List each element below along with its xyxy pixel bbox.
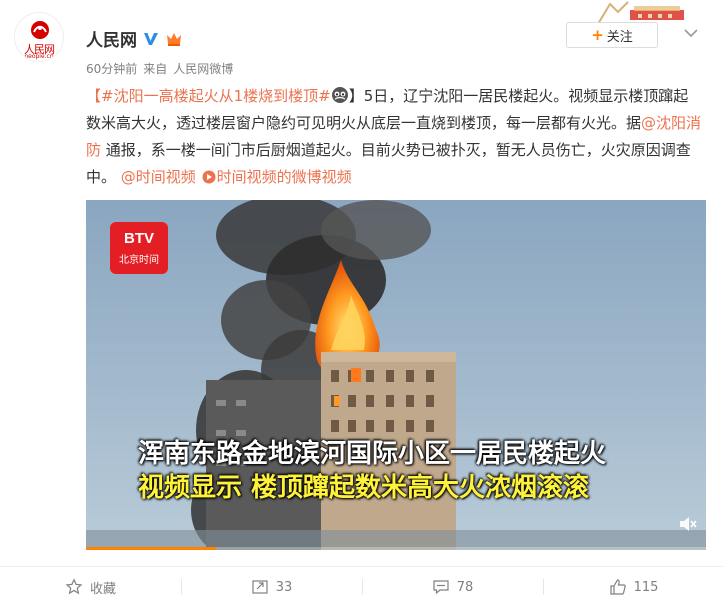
like-button[interactable]: 115 bbox=[543, 567, 724, 607]
video-player[interactable]: BTV 北京时间 浑南东路金地滨河国际小区一居民楼起火 视频显示 楼顶蹿起数米高… bbox=[86, 200, 706, 550]
follow-label: 关注 bbox=[606, 29, 633, 45]
weibo-post-card: 人民网 people.cn 人民网 60分钟前 来自 人民网微博 + 关注 【#… bbox=[0, 0, 724, 607]
action-bar: 收藏 33 78 115 bbox=[0, 566, 724, 607]
avatar-url-text: people.cn bbox=[24, 53, 54, 60]
video-progress-bar[interactable] bbox=[86, 547, 706, 550]
video-source-link[interactable]: 时间视频的微博视频 bbox=[201, 168, 352, 186]
vip-member-icon[interactable] bbox=[165, 31, 183, 47]
video-caption-line1: 浑南东路金地滨河国际小区一居民楼起火 bbox=[138, 439, 607, 469]
post-text: 【#沈阳一高楼起火从1楼烧到楼顶# 】5日，辽宁沈阳一居民楼起火。视频显示楼顶蹿起… bbox=[86, 83, 702, 191]
post-meta: 60分钟前 来自 人民网微博 bbox=[86, 60, 233, 77]
hashtag-link[interactable]: 【#沈阳一高楼起火从1楼烧到楼顶# bbox=[86, 87, 331, 105]
favorite-button[interactable]: 收藏 bbox=[0, 567, 181, 607]
mention-time-video[interactable]: @时间视频 bbox=[121, 168, 196, 186]
chevron-down-icon[interactable] bbox=[684, 28, 698, 38]
sad-face-emoji-icon bbox=[331, 87, 348, 103]
btv-subtitle: 北京时间 bbox=[119, 255, 159, 266]
btv-channel-logo: BTV 北京时间 bbox=[110, 222, 168, 274]
comment-count: 78 bbox=[456, 579, 474, 595]
source-prefix: 来自 bbox=[143, 62, 168, 76]
verified-v-icon bbox=[144, 32, 158, 45]
people-logo-icon bbox=[31, 21, 49, 39]
post-source[interactable]: 人民网微博 bbox=[173, 60, 233, 77]
comment-button[interactable]: 78 bbox=[362, 567, 543, 607]
avatar[interactable]: 人民网 people.cn bbox=[14, 12, 64, 62]
thumbs-up-icon bbox=[609, 579, 626, 595]
btv-logo-text: BTV bbox=[124, 230, 154, 247]
like-count: 115 bbox=[633, 579, 659, 595]
post-time[interactable]: 60分钟前 bbox=[86, 60, 137, 77]
plus-icon: + bbox=[591, 26, 604, 44]
follow-button[interactable]: + 关注 bbox=[566, 22, 658, 48]
user-name[interactable]: 人民网 bbox=[86, 26, 137, 51]
comment-icon bbox=[433, 580, 449, 595]
video-progress-fill bbox=[86, 547, 217, 550]
repost-count: 33 bbox=[275, 579, 293, 595]
user-name-row: 人民网 bbox=[86, 26, 183, 51]
favorite-label: 收藏 bbox=[89, 581, 116, 597]
star-icon bbox=[65, 578, 83, 595]
repost-icon bbox=[252, 580, 268, 594]
video-link-label: 时间视频的微博视频 bbox=[216, 168, 352, 186]
repost-button[interactable]: 33 bbox=[181, 567, 362, 607]
video-caption-line2: 视频显示 楼顶蹿起数米高大火浓烟滚滚 bbox=[138, 473, 590, 503]
mute-icon[interactable] bbox=[678, 515, 698, 533]
video-play-icon bbox=[202, 170, 216, 184]
